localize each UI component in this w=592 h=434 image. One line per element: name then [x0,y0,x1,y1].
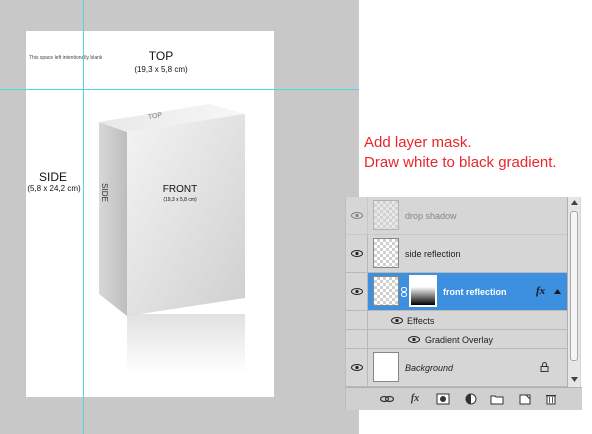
layer-name[interactable]: drop shadow [405,211,457,221]
adjustment-layer-icon[interactable] [464,393,478,405]
scroll-thumb[interactable] [570,211,578,361]
instruction-line-2: Draw white to black gradient. [364,154,557,171]
top-dims: (19,3 x 5,8 cm) [134,65,188,74]
front-dims: (19,3 x 5,8 cm) [163,197,197,203]
fx-icon[interactable]: fx [408,393,422,405]
eye-icon[interactable] [408,336,420,343]
guide-horizontal[interactable] [0,89,359,90]
visibility-toggle[interactable] [346,349,368,386]
instruction-line-1: Add layer mask. [364,134,472,151]
box-front-face [127,114,245,316]
trash-icon[interactable] [544,393,558,405]
box-side-face [99,122,127,316]
collapse-arrow-icon[interactable] [554,289,561,294]
layer-thumbnail[interactable] [373,238,399,268]
top-label: TOP [148,49,174,63]
layer-effects-row[interactable]: Effects [346,311,567,330]
visibility-toggle[interactable] [346,330,368,348]
box-side-text: SIDE [99,183,109,202]
layer-row-background[interactable]: Background [346,349,567,387]
layer-mask-thumbnail[interactable] [409,275,437,307]
eye-icon [351,364,363,371]
gradient-overlay-label[interactable]: Gradient Overlay [425,335,493,345]
visibility-toggle[interactable] [346,197,368,234]
layer-thumbnail[interactable] [373,200,399,230]
effects-label[interactable]: Effects [407,316,434,326]
canvas-workspace[interactable]: This space left intentionally blank TOP … [0,0,359,434]
front-label: FRONT [162,184,198,195]
lock-icon [540,362,549,372]
layer-thumbnail[interactable] [373,276,399,306]
layers-scrollbar[interactable] [567,197,580,387]
layer-name[interactable]: front reflection [443,287,507,297]
visibility-toggle[interactable] [346,235,368,272]
link-layers-icon[interactable] [380,393,394,405]
fx-icon[interactable]: fx [536,285,545,297]
new-layer-icon[interactable] [518,393,532,405]
folder-icon[interactable] [490,393,504,405]
layer-row-front-reflection[interactable]: front reflection fx [346,273,567,311]
eye-icon[interactable] [391,317,403,324]
box-render [99,104,245,316]
side-label: SIDE [38,170,67,184]
add-mask-icon[interactable] [436,393,450,405]
scroll-up-icon[interactable] [571,200,578,205]
eye-icon [351,288,363,295]
layer-row-side-reflection[interactable]: side reflection [346,235,567,273]
blank-space-note: This space left intentionally blank [29,55,103,61]
eye-icon [351,250,363,257]
layer-thumbnail[interactable] [373,352,399,382]
layers-panel[interactable]: drop shadow side reflection front reflec… [345,197,582,410]
instruction-text: Add layer mask. Draw white to black grad… [364,133,557,173]
box-reflection [127,314,245,374]
layer-name[interactable]: side reflection [405,249,461,259]
guide-vertical[interactable] [83,0,84,434]
layers-toolbar: fx [346,387,582,410]
chain-link-icon[interactable] [401,287,407,297]
scroll-down-icon[interactable] [571,377,578,382]
visibility-toggle[interactable] [346,311,368,329]
eye-icon [351,212,363,219]
gradient-overlay-row[interactable]: Gradient Overlay [346,330,567,349]
layer-row-drop-shadow[interactable]: drop shadow [346,197,567,235]
visibility-toggle[interactable] [346,273,368,310]
layer-name[interactable]: Background [405,363,453,373]
side-dims: (5,8 x 24,2 cm) [27,184,81,193]
